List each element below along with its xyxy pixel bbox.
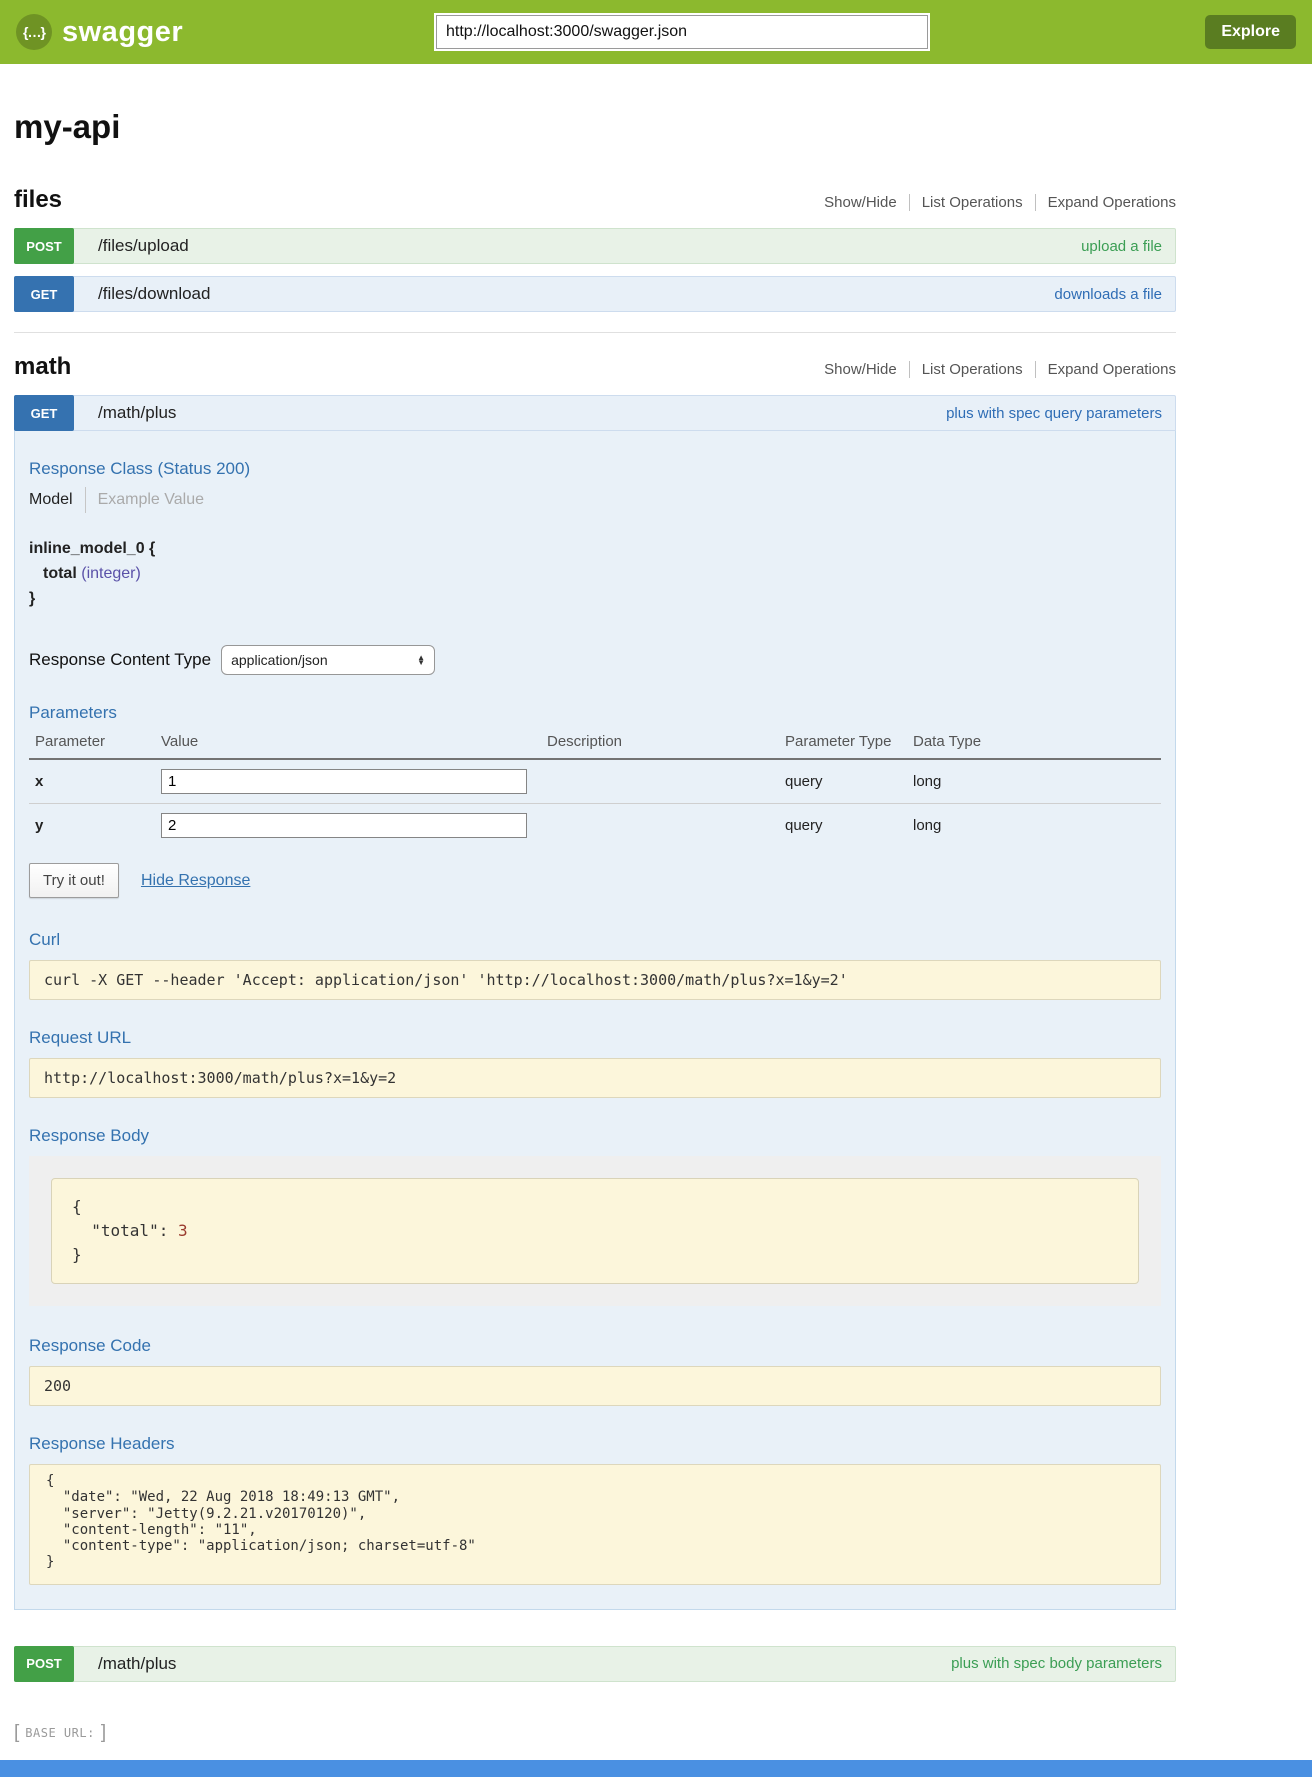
model-property-name: total (43, 565, 77, 582)
curl-heading: Curl (29, 930, 1161, 950)
json-number-value: 3 (178, 1221, 188, 1240)
base-url-footer: [ BASE URL: ] (14, 1722, 1176, 1744)
operation-row-post-math-plus[interactable]: POST /math/plus plus with spec body para… (14, 1646, 1176, 1682)
explore-button[interactable]: Explore (1205, 15, 1296, 49)
api-url-input[interactable] (436, 15, 928, 49)
operation-row-get-files-download[interactable]: GET /files/download downloads a file (14, 276, 1176, 312)
bracket-open: [ (14, 1722, 19, 1744)
section-title-math: math (14, 353, 71, 381)
response-body-container: { "total": 3 } (29, 1156, 1161, 1306)
expand-operations-link[interactable]: Expand Operations (1035, 194, 1176, 211)
swagger-logo-icon: {…} (16, 14, 52, 50)
bracket-close: ] (101, 1722, 106, 1744)
json-key: "total": (72, 1221, 178, 1240)
bottom-bar (0, 1760, 1312, 1777)
response-content-type-row: Response Content Type application/json ▲… (29, 645, 1161, 675)
operation-summary-link[interactable]: downloads a file (1054, 286, 1162, 303)
parameters-heading: Parameters (29, 703, 1161, 723)
list-operations-link[interactable]: List Operations (909, 194, 1035, 211)
operation-summary-link[interactable]: plus with spec body parameters (951, 1655, 1162, 1672)
operation-path[interactable]: /math/plus (98, 403, 176, 423)
col-description: Description (541, 727, 779, 759)
brand-title: swagger (62, 16, 183, 49)
http-method-badge: GET (14, 276, 74, 312)
try-it-out-button[interactable]: Try it out! (29, 863, 119, 898)
param-description (541, 804, 779, 848)
response-class-heading: Response Class (Status 200) (29, 459, 1161, 479)
section-controls: Show/Hide List Operations Expand Operati… (812, 194, 1176, 211)
json-open-brace: { (72, 1197, 82, 1216)
operation-path[interactable]: /math/plus (98, 1654, 176, 1674)
col-parameter-type: Parameter Type (779, 727, 907, 759)
request-url-block: http://localhost:3000/math/plus?x=1&y=2 (29, 1058, 1161, 1098)
swagger-brand-link[interactable]: {…} swagger (16, 14, 436, 50)
selected-content-type: application/json (231, 652, 328, 668)
model-tabs: Model Example Value (29, 487, 1161, 513)
hide-response-link[interactable]: Hide Response (141, 872, 250, 890)
response-content-type-select[interactable]: application/json ▲▼ (221, 645, 435, 675)
param-y-input[interactable] (161, 813, 527, 838)
col-parameter: Parameter (29, 727, 155, 759)
top-navbar: {…} swagger Explore (0, 0, 1312, 64)
operation-path[interactable]: /files/upload (98, 236, 189, 256)
http-method-badge: GET (14, 395, 74, 431)
param-name: x (29, 759, 155, 804)
tab-example-value[interactable]: Example Value (98, 491, 204, 509)
param-name: y (29, 804, 155, 848)
response-body-heading: Response Body (29, 1126, 1161, 1146)
operation-row-get-math-plus[interactable]: GET /math/plus plus with spec query para… (14, 395, 1176, 431)
section-divider (14, 332, 1176, 333)
list-operations-link[interactable]: List Operations (909, 361, 1035, 378)
col-value: Value (155, 727, 541, 759)
operation-summary-link[interactable]: upload a file (1081, 238, 1162, 255)
param-data-type: long (907, 759, 1161, 804)
http-method-badge: POST (14, 228, 74, 264)
operation-row-post-files-upload[interactable]: POST /files/upload upload a file (14, 228, 1176, 264)
operation-summary-link[interactable]: plus with spec query parameters (946, 405, 1162, 422)
parameters-table: Parameter Value Description Parameter Ty… (29, 727, 1161, 847)
response-content-type-label: Response Content Type (29, 650, 211, 670)
tab-separator (85, 487, 86, 513)
param-x-input[interactable] (161, 769, 527, 794)
response-body-block: { "total": 3 } (51, 1178, 1139, 1284)
json-close-brace: } (72, 1245, 82, 1264)
files-section-header: files Show/Hide List Operations Expand O… (14, 186, 1176, 214)
operation-get-math-plus: GET /math/plus plus with spec query para… (14, 395, 1176, 1610)
show-hide-link[interactable]: Show/Hide (812, 361, 909, 378)
expand-operations-link[interactable]: Expand Operations (1035, 361, 1176, 378)
page-title: my-api (14, 108, 1176, 146)
math-section-header: math Show/Hide List Operations Expand Op… (14, 353, 1176, 381)
tab-model[interactable]: Model (29, 491, 73, 509)
param-description (541, 759, 779, 804)
response-code-block: 200 (29, 1366, 1161, 1406)
param-row-x: x query long (29, 759, 1161, 804)
param-parameter-type: query (779, 804, 907, 848)
param-data-type: long (907, 804, 1161, 848)
http-method-badge: POST (14, 1646, 74, 1682)
model-open-brace: { (145, 540, 156, 557)
model-name: inline_model_0 (29, 540, 145, 557)
param-row-y: y query long (29, 804, 1161, 848)
request-url-heading: Request URL (29, 1028, 1161, 1048)
response-code-heading: Response Code (29, 1336, 1161, 1356)
show-hide-link[interactable]: Show/Hide (812, 194, 909, 211)
try-it-row: Try it out! Hide Response (29, 863, 1161, 898)
response-headers-heading: Response Headers (29, 1434, 1161, 1454)
section-controls: Show/Hide List Operations Expand Operati… (812, 361, 1176, 378)
section-title-files: files (14, 186, 62, 214)
operation-detail-panel: Response Class (Status 200) Model Exampl… (14, 431, 1176, 1610)
model-property-type: (integer) (81, 565, 141, 582)
curl-command-block: curl -X GET --header 'Accept: applicatio… (29, 960, 1161, 1000)
select-arrows-icon: ▲▼ (417, 655, 425, 665)
model-signature: inline_model_0 { total (integer) } (29, 537, 1161, 611)
response-headers-block: { "date": "Wed, 22 Aug 2018 18:49:13 GMT… (29, 1464, 1161, 1585)
col-data-type: Data Type (907, 727, 1161, 759)
model-close-brace: } (29, 587, 1161, 612)
base-url-label: BASE URL: (25, 1726, 95, 1740)
operation-path[interactable]: /files/download (98, 284, 210, 304)
param-parameter-type: query (779, 759, 907, 804)
